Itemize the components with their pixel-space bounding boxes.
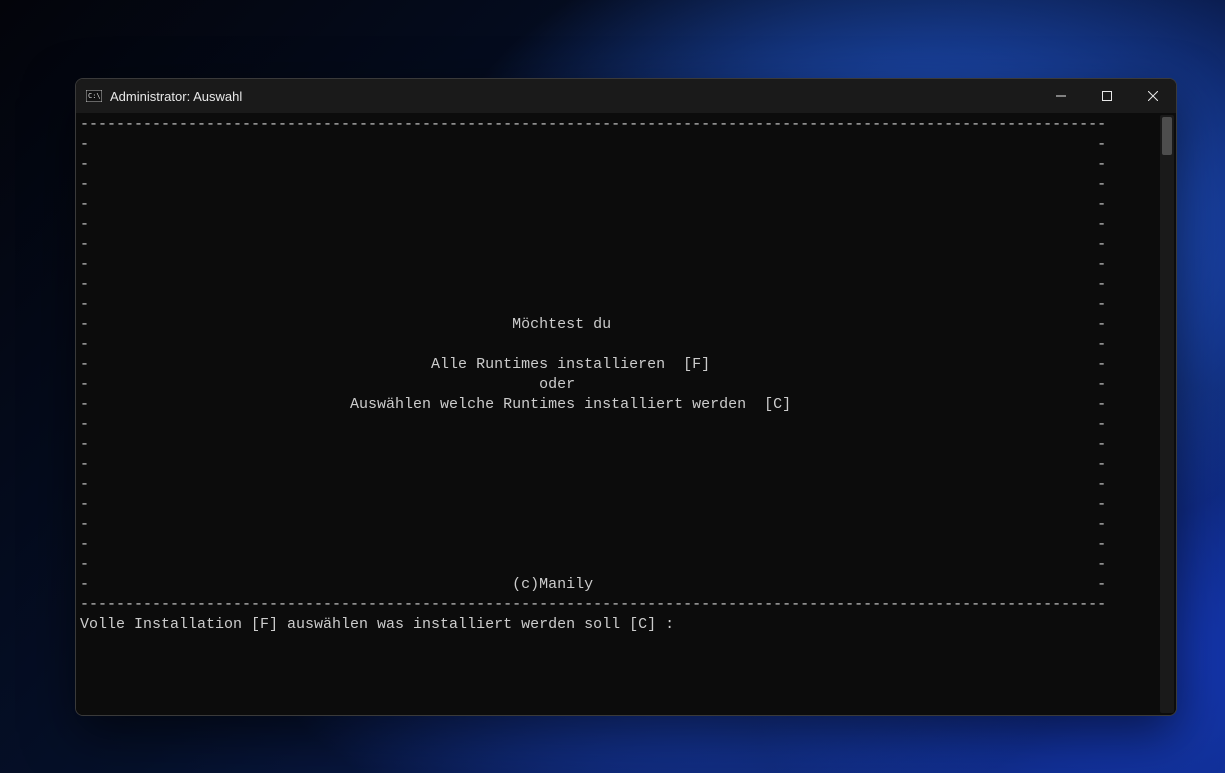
box-side: - - xyxy=(80,216,1106,233)
minimize-button[interactable] xyxy=(1038,79,1084,113)
cmd-icon: C:\ xyxy=(86,89,102,103)
menu-title-line: - Möchtest du - xyxy=(80,316,1106,333)
scrollbar-thumb[interactable] xyxy=(1162,117,1172,155)
box-side: - - xyxy=(80,556,1106,573)
titlebar[interactable]: C:\ Administrator: Auswahl xyxy=(76,79,1176,113)
box-side: - - xyxy=(80,196,1106,213)
box-side: - - xyxy=(80,136,1106,153)
console-output: ----------------------------------------… xyxy=(76,115,1156,635)
vertical-scrollbar[interactable] xyxy=(1160,115,1174,713)
console-window: C:\ Administrator: Auswahl xyxy=(75,78,1177,716)
console-client-area[interactable]: ----------------------------------------… xyxy=(76,113,1176,715)
box-side: - - xyxy=(80,536,1106,553)
box-side: - - xyxy=(80,496,1106,513)
box-side: - - xyxy=(80,516,1106,533)
box-bottom: ----------------------------------------… xyxy=(80,596,1106,613)
box-side: - - xyxy=(80,336,1106,353)
box-side: - - xyxy=(80,416,1106,433)
window-title: Administrator: Auswahl xyxy=(110,89,242,104)
credit-line: - (c)Manily - xyxy=(80,576,1106,593)
box-side: - - xyxy=(80,256,1106,273)
box-side: - - xyxy=(80,276,1106,293)
box-side: - - xyxy=(80,296,1106,313)
desktop-wallpaper: C:\ Administrator: Auswahl xyxy=(0,0,1225,773)
menu-option-choose-line: - Auswählen welche Runtimes installiert … xyxy=(80,396,1106,413)
box-side: - - xyxy=(80,236,1106,253)
menu-option-all-line: - Alle Runtimes installieren [F] - xyxy=(80,356,1106,373)
svg-text:C:\: C:\ xyxy=(88,92,101,100)
box-side: - - xyxy=(80,436,1106,453)
box-side: - - xyxy=(80,156,1106,173)
box-top: ----------------------------------------… xyxy=(80,116,1106,133)
maximize-button[interactable] xyxy=(1084,79,1130,113)
menu-or-line: - oder - xyxy=(80,376,1106,393)
prompt-line[interactable]: Volle Installation [F] auswählen was ins… xyxy=(80,616,674,633)
box-side: - - xyxy=(80,176,1106,193)
close-button[interactable] xyxy=(1130,79,1176,113)
box-side: - - xyxy=(80,476,1106,493)
box-side: - - xyxy=(80,456,1106,473)
